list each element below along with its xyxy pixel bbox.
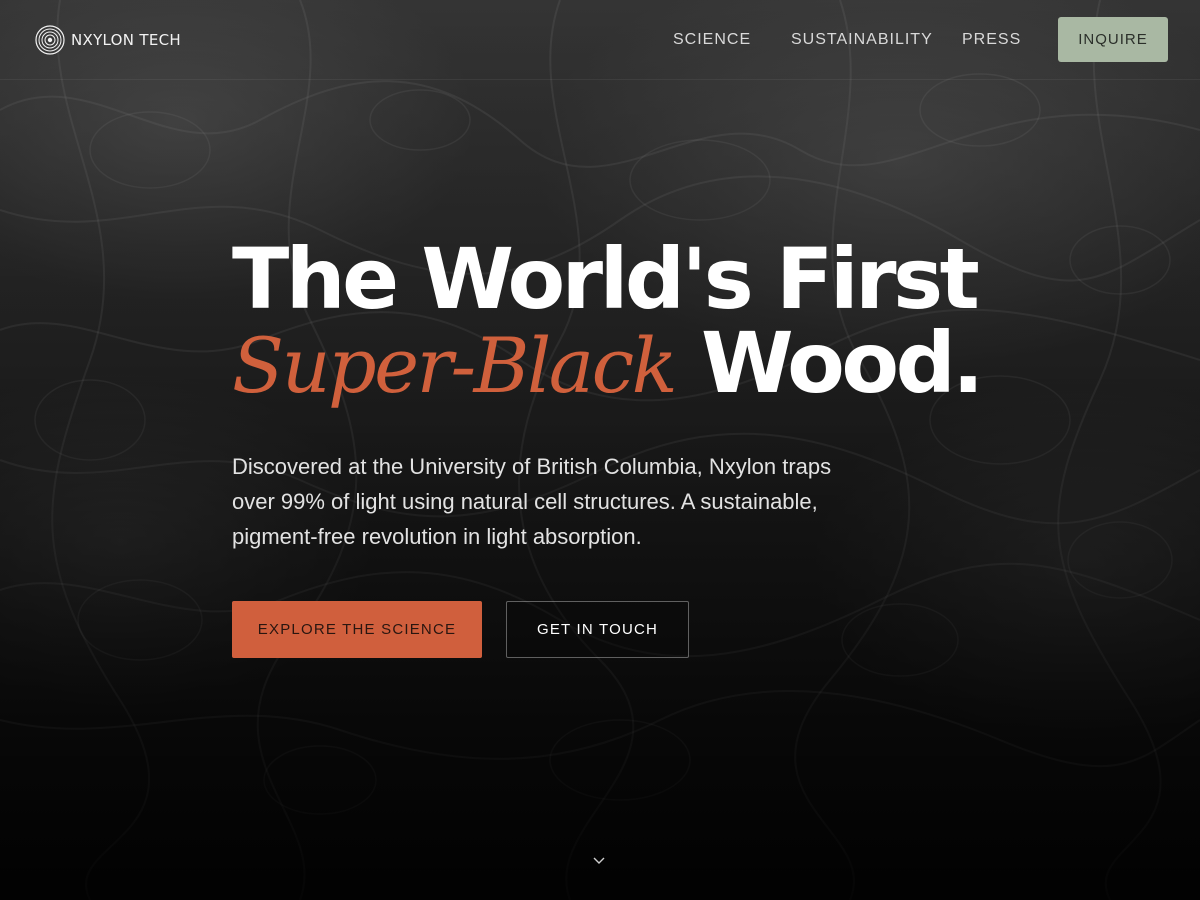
nav-link-science[interactable]: SCIENCE <box>673 29 751 51</box>
site-header: NXYLON TECH SCIENCE SUSTAINABILITY PRESS… <box>0 0 1200 80</box>
chevron-down-icon[interactable] <box>592 856 606 866</box>
brand-name: NXYLON TECH <box>71 31 181 49</box>
nav-link-sustainability[interactable]: SUSTAINABILITY <box>791 29 933 51</box>
explore-science-button[interactable]: EXPLORE THE SCIENCE <box>232 601 482 658</box>
headline-line-2: Super-Black Wood. <box>232 320 992 409</box>
headline-line-1: The World's First <box>232 230 980 328</box>
get-in-touch-button[interactable]: GET IN TOUCH <box>506 601 689 658</box>
headline-accent: Super-Black <box>232 321 678 410</box>
hero-headline: The World's First Super-Black Wood. <box>232 236 992 409</box>
concentric-rings-logo-icon <box>35 25 65 55</box>
headline-rest: Wood. <box>700 314 984 412</box>
brand-logo-link[interactable]: NXYLON TECH <box>35 25 181 55</box>
inquire-button[interactable]: INQUIRE <box>1058 17 1168 62</box>
nav-link-press[interactable]: PRESS <box>962 29 1021 51</box>
hero-subtitle: Discovered at the University of British … <box>232 454 832 549</box>
